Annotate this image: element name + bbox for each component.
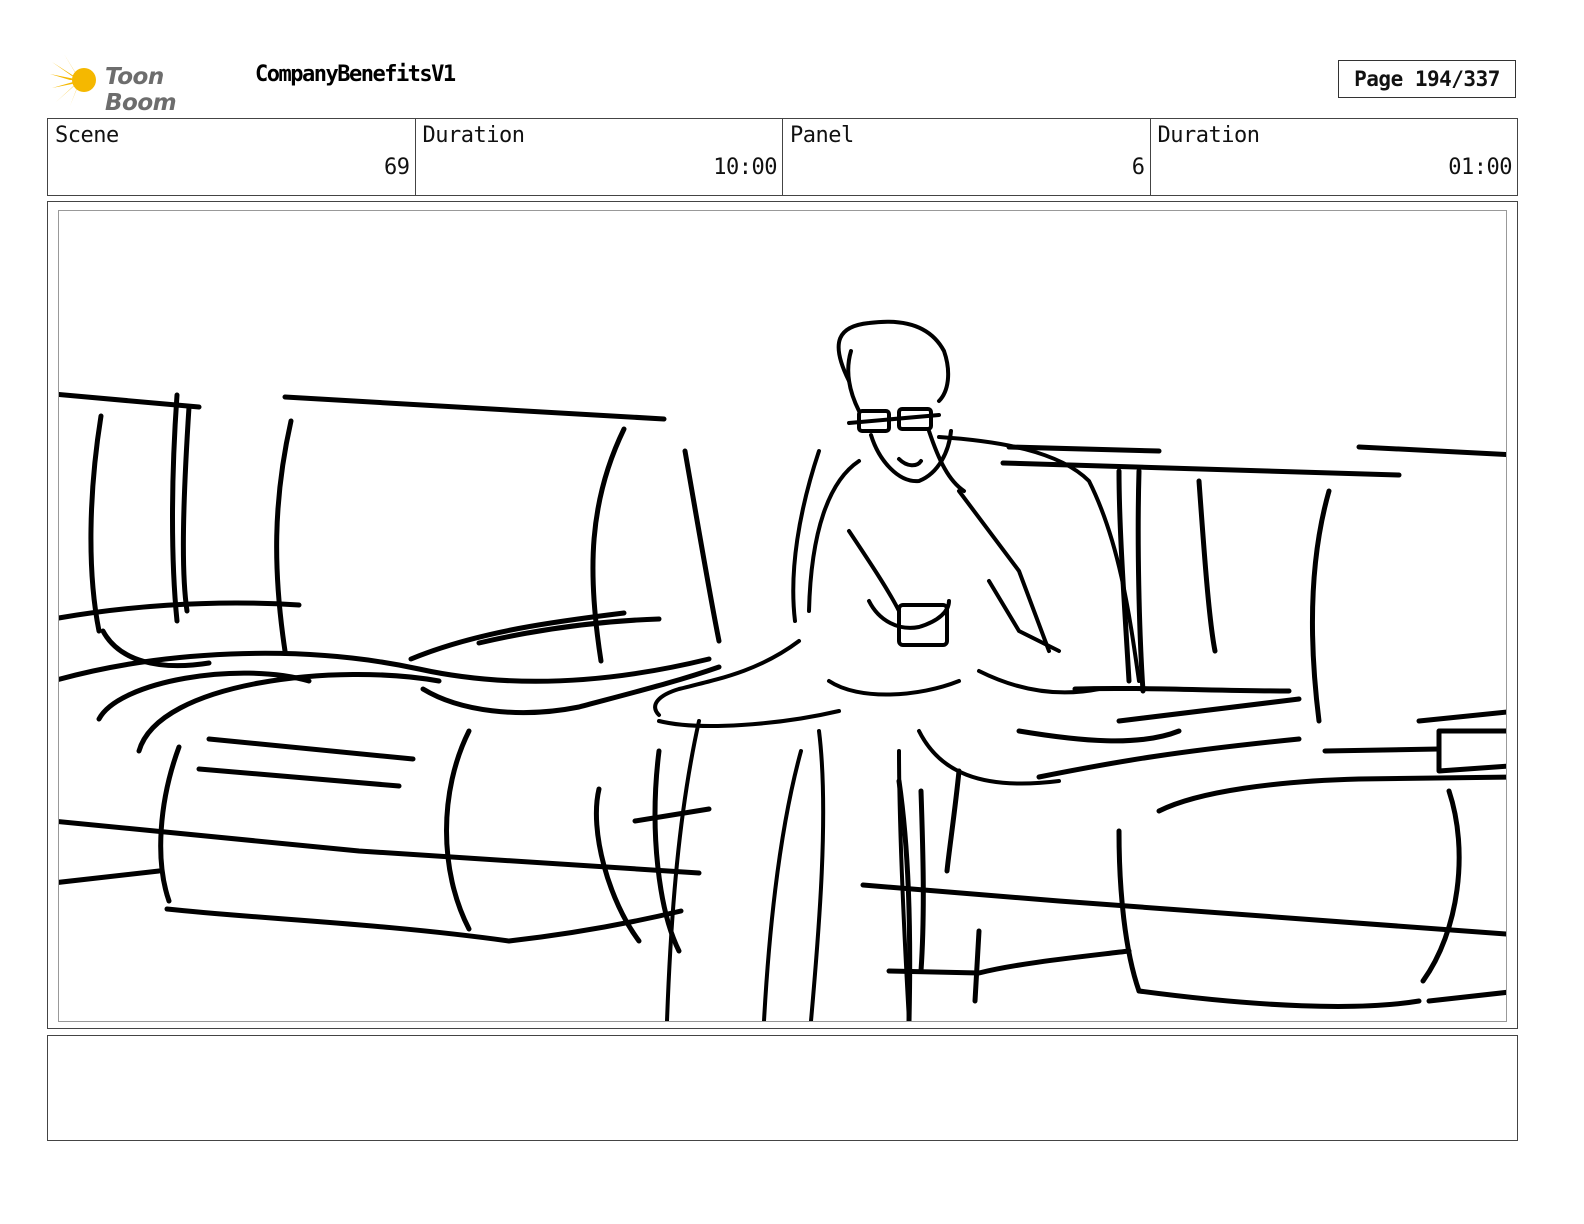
panel-duration-value: 01:00 — [1448, 155, 1512, 180]
starburst-icon — [50, 54, 96, 106]
left-sofa-sketch — [59, 392, 722, 954]
panel-duration-label: Duration — [1157, 123, 1260, 148]
logo-text: Toon Boom — [105, 64, 177, 116]
panel-value: 6 — [1131, 155, 1145, 180]
storyboard-sketch — [59, 319, 1506, 1021]
panel-duration-cell: Duration 01:00 — [1151, 119, 1518, 195]
page-indicator: Page 194/337 — [1338, 60, 1516, 98]
scene-value: 69 — [384, 155, 410, 180]
scene-label: Scene — [55, 123, 119, 148]
storyboard-drawing-area — [58, 210, 1507, 1022]
scene-info-table: Scene 69 Duration 10:00 Panel 6 Duration… — [47, 118, 1518, 196]
scene-duration-label: Duration — [422, 123, 525, 148]
project-title: CompanyBenefitsV1 — [255, 62, 456, 87]
character-sketch — [653, 319, 1141, 1021]
toon-boom-logo: Toon Boom — [50, 52, 240, 116]
scene-cell: Scene 69 — [48, 119, 416, 195]
scene-duration-value: 10:00 — [713, 155, 777, 180]
panel-cell: Panel 6 — [783, 119, 1151, 195]
storyboard-panel-frame — [47, 201, 1518, 1029]
scene-duration-cell: Duration 10:00 — [416, 119, 783, 195]
panel-label: Panel — [790, 123, 854, 148]
right-sofa-sketch — [860, 444, 1506, 1021]
notes-area — [47, 1035, 1518, 1141]
